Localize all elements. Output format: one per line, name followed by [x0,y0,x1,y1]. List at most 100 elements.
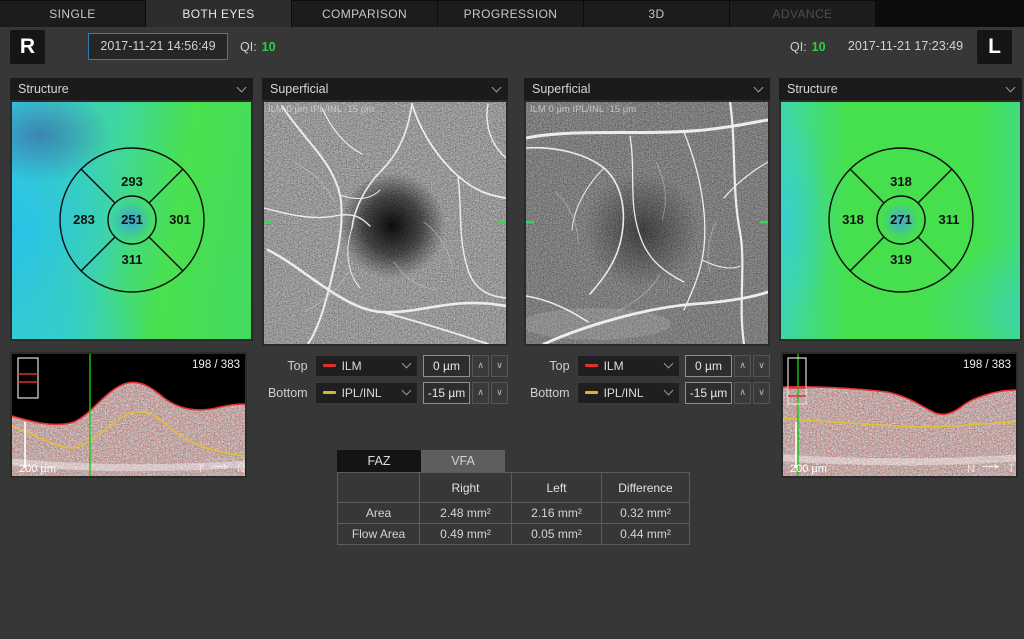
tab-vfa[interactable]: VFA [421,450,505,472]
chevron-up-icon: ∧ [477,387,484,398]
chevron-up-icon: ∧ [739,387,746,398]
right-bottom-layer-row: Bottom IPL/INL -15 µm ∧ ∨ [262,381,508,404]
right-qi: QI: 10 [240,33,276,60]
area-left-value: 2.16 mm² [512,503,602,524]
faz-vfa-tabs: FAZ VFA [337,450,690,472]
left-qi-value: 10 [812,40,826,54]
chevron-up-icon: ∧ [477,360,484,371]
left-bottom-offset-down-button[interactable]: ∨ [753,382,770,404]
right-angiography-image[interactable]: ILM 0 µm IPL/INL -15 µm [262,100,508,346]
left-top-offset-input[interactable]: 0 µm [685,355,733,377]
chevron-down-icon [401,359,411,369]
right-bottom-offset-input[interactable]: -15 µm [423,382,471,404]
right-etdrs-grid: 293 283 251 301 311 [12,102,251,339]
chevron-down-icon [401,386,411,396]
area-difference-value: 0.32 mm² [602,503,690,524]
etdrs-value-center: 271 [890,212,912,227]
right-bscan-canvas: 198 / 383 200 µm T N [12,354,245,476]
left-bottom-layer-row: Bottom IPL/INL -15 µm ∧ ∨ [524,381,770,404]
flow-area-left-value: 0.05 mm² [512,524,602,545]
right-angio-layer-dropdown[interactable]: Superficial [262,78,508,100]
faz-metrics-panel: FAZ VFA Right Left Difference Area 2.48 … [337,450,690,545]
left-top-offset-up-button[interactable]: ∧ [734,355,751,377]
left-angio-canvas [526,102,768,344]
bscan-frame-counter: 198 / 383 [192,359,240,371]
left-etdrs-grid: 318 318 271 311 319 [781,102,1020,339]
left-bscan-image[interactable]: 198 / 383 200 µm N T [781,352,1018,478]
right-top-offset-input[interactable]: 0 µm [423,355,471,377]
ilm-color-swatch-icon [323,364,336,367]
left-qi-label: QI: [790,40,807,54]
left-angiography-image[interactable]: ILM 0 µm IPL/INL -15 µm [524,100,770,346]
right-structure-dropdown[interactable]: Structure [10,78,253,100]
right-bottom-layer-value: IPL/INL [342,386,397,400]
left-structure-dropdown[interactable]: Structure [779,78,1022,100]
left-bottom-offset-input[interactable]: -15 µm [685,382,733,404]
right-thickness-map[interactable]: 293 283 251 301 311 [10,100,253,341]
left-bottom-layer-select[interactable]: IPL/INL [577,382,680,404]
right-bscan-image[interactable]: 198 / 383 200 µm T N [10,352,247,478]
chevron-down-icon [663,386,673,396]
left-bottom-layer-value: IPL/INL [604,386,659,400]
left-structure-dropdown-label: Structure [787,82,838,96]
orientation-left-label: N [967,463,975,475]
left-angio-layer-dropdown[interactable]: Superficial [524,78,770,100]
left-top-offset-down-button[interactable]: ∨ [753,355,770,377]
bottom-layer-label: Bottom [262,386,308,400]
left-top-layer-value: ILM [604,359,659,373]
scan-marker-left-icon [526,221,534,223]
flow-area-right-value: 0.49 mm² [420,524,512,545]
chevron-down-icon [663,359,673,369]
etdrs-value-center: 251 [121,212,143,227]
left-exam-date[interactable]: 2017-11-21 17:23:49 [843,33,968,60]
etdrs-value-temporal: 318 [842,212,864,227]
chevron-down-icon [237,82,247,92]
right-qi-value: 10 [262,40,276,54]
column-header-right: Right [420,473,512,503]
left-top-layer-select[interactable]: ILM [577,355,680,377]
left-bottom-offset-up-button[interactable]: ∧ [734,382,751,404]
iplinl-color-swatch-icon [323,391,336,394]
chevron-down-icon [754,82,764,92]
right-top-layer-row: Top ILM 0 µm ∧ ∨ [262,354,508,377]
right-qi-label: QI: [240,40,257,54]
tab-single[interactable]: SINGLE [0,1,145,27]
tab-comparison[interactable]: COMPARISON [292,1,437,27]
table-corner-cell [338,473,420,503]
column-header-difference: Difference [602,473,690,503]
scan-marker-right-icon [498,221,506,223]
bottom-layer-label: Bottom [524,386,570,400]
right-exam-date[interactable]: 2017-11-21 14:56:49 [88,33,228,60]
top-layer-label: Top [524,359,570,373]
right-top-layer-select[interactable]: ILM [315,355,418,377]
scale-bar-label: 200 µm [19,463,56,475]
tab-3d[interactable]: 3D [584,1,729,27]
right-top-offset-up-button[interactable]: ∧ [472,355,489,377]
column-header-left: Left [512,473,602,503]
chevron-down-icon [492,82,502,92]
right-angio-slab-overlay: ILM 0 µm IPL/INL -15 µm [268,104,374,115]
right-bottom-offset-up-button[interactable]: ∧ [472,382,489,404]
chevron-down-icon [1006,82,1016,92]
chevron-down-icon: ∨ [758,387,765,398]
flow-area-difference-value: 0.44 mm² [602,524,690,545]
etdrs-value-inferior: 319 [890,252,912,267]
area-right-value: 2.48 mm² [420,503,512,524]
right-bottom-layer-select[interactable]: IPL/INL [315,382,418,404]
left-angio-layer-label: Superficial [532,82,590,96]
tab-both-eyes[interactable]: BOTH EYES [146,0,291,27]
left-thickness-map[interactable]: 318 318 271 311 319 [779,100,1022,341]
orientation-right-label: N [237,463,245,475]
right-angio-layer-label: Superficial [270,82,328,96]
right-angio-canvas [264,102,506,344]
tab-progression[interactable]: PROGRESSION [438,1,583,27]
tab-faz[interactable]: FAZ [337,450,421,472]
top-layer-label: Top [262,359,308,373]
orientation-left-label: T [197,463,204,475]
right-bottom-offset-down-button[interactable]: ∨ [491,382,508,404]
chevron-down-icon: ∨ [496,387,503,398]
chevron-down-icon: ∨ [758,360,765,371]
right-top-offset-down-button[interactable]: ∨ [491,355,508,377]
scan-marker-left-icon [264,221,272,223]
tab-advance: ADVANCE [730,1,875,27]
